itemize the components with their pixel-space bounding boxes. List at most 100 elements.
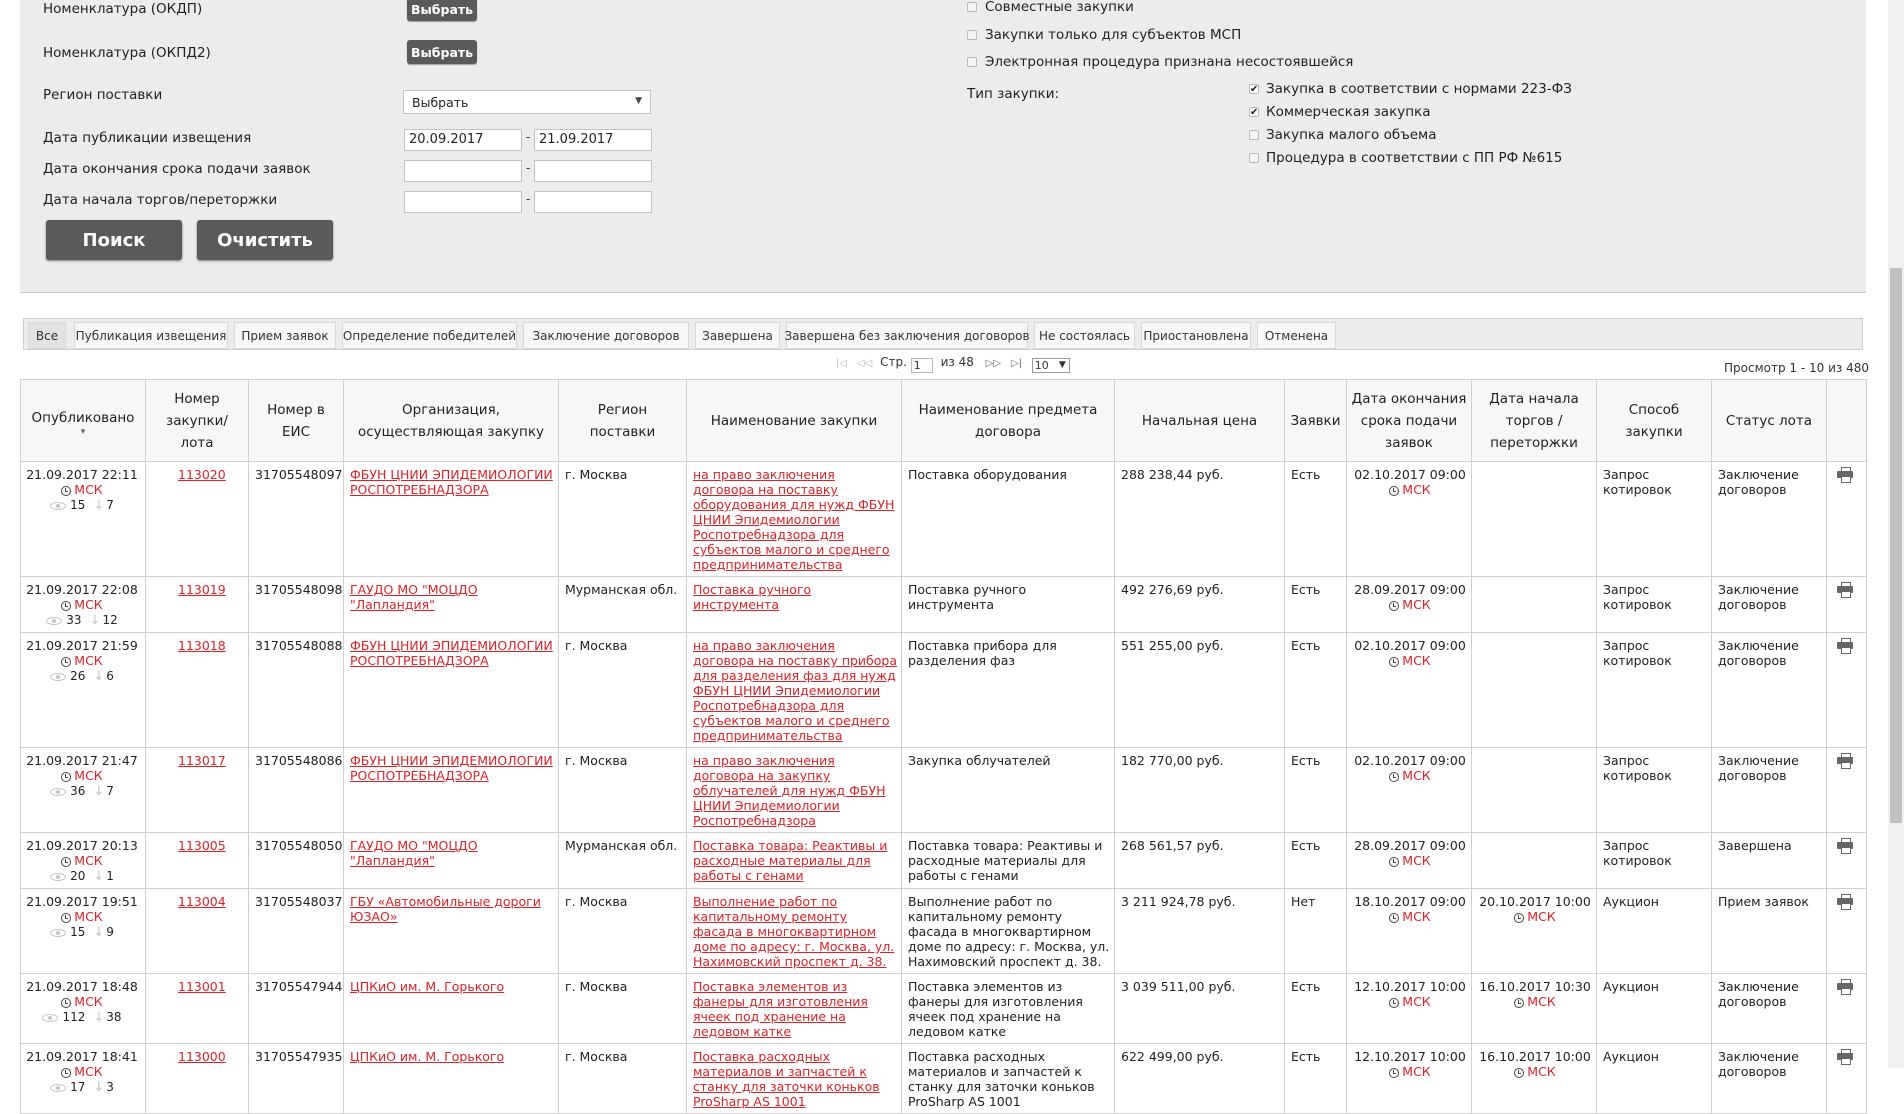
msp-checkbox[interactable] xyxy=(967,30,977,40)
table-row[interactable]: 21.09.2017 18:41 МСК 17 ↓ 3 113000 3170554… xyxy=(20,1043,1867,1114)
auction-to-input[interactable] xyxy=(534,191,652,213)
views-icon xyxy=(46,617,63,625)
pub-date-from-input[interactable]: 20.09.2017 xyxy=(404,129,522,151)
tab-bids[interactable]: Прием заявок xyxy=(234,322,336,349)
auction-date: 16.10.2017 10:00 МСК xyxy=(1478,1049,1592,1079)
organization-link[interactable]: ФБУН ЦНИИ ЭПИДЕМИОЛОГИИ РОСПОТРЕБНАДЗОРА xyxy=(350,467,553,497)
tab-cancelled[interactable]: Отменена xyxy=(1257,322,1336,349)
type-615-checkbox[interactable] xyxy=(1249,153,1259,163)
print-icon[interactable] xyxy=(1836,638,1853,654)
first-page-icon[interactable]: |◁ xyxy=(836,358,847,369)
purchase-name-link[interactable]: на право заключения договора на поставку… xyxy=(693,467,894,572)
tab-completed-no-contract[interactable]: Завершена без заключения договоров xyxy=(784,322,1030,349)
col-price[interactable]: Начальная цена xyxy=(1114,379,1285,462)
org-cell: ФБУН ЦНИИ ЭПИДЕМИОЛОГИИ РОСПОТРЕБНАДЗОРА xyxy=(343,461,559,577)
deadline-to-input[interactable] xyxy=(534,160,652,182)
col-eis[interactable]: Номер в ЕИС xyxy=(248,379,344,462)
purchase-number-link[interactable]: 113004 xyxy=(178,894,226,909)
purchase-name-link[interactable]: на право заключения договора на поставку… xyxy=(693,638,897,743)
type-223-checkbox[interactable]: ✔ xyxy=(1249,84,1259,95)
purchase-name-link[interactable]: на право заключения договора на закупку … xyxy=(693,753,885,828)
tab-completed[interactable]: Завершена xyxy=(695,322,780,349)
purchase-name-link[interactable]: Поставка элементов из фанеры для изготов… xyxy=(693,979,868,1039)
pub-date-to-input[interactable]: 21.09.2017 xyxy=(534,129,652,151)
tab-contracts[interactable]: Заключение договоров xyxy=(523,322,689,349)
table-row[interactable]: 21.09.2017 21:59 МСК 26 ↓ 6 113018 3170554… xyxy=(20,632,1867,748)
timezone-label: МСК xyxy=(1402,482,1431,497)
print-icon[interactable] xyxy=(1836,582,1853,598)
purchase-name-link[interactable]: Поставка ручного инструмента xyxy=(693,582,811,612)
org-cell: ФБУН ЦНИИ ЭПИДЕМИОЛОГИИ РОСПОТРЕБНАДЗОРА xyxy=(343,632,559,748)
search-button[interactable]: Поиск xyxy=(46,220,182,260)
organization-link[interactable]: ЦПКиО им. М. Горького xyxy=(350,1049,504,1064)
purchase-name-link[interactable]: Поставка товара: Реактивы и расходные ма… xyxy=(693,838,887,883)
eis-number: 31705548050 xyxy=(248,832,344,889)
purchase-number-link[interactable]: 113019 xyxy=(178,582,226,597)
organization-link[interactable]: ГАУДО МО "МОЦДО "Лапландия" xyxy=(350,838,478,868)
purchase-name-link[interactable]: Выполнение работ по капитальному ремонту… xyxy=(693,894,894,969)
clock-icon xyxy=(1389,857,1400,867)
region-select[interactable]: Выбрать ▼ xyxy=(403,90,651,114)
print-icon[interactable] xyxy=(1836,838,1853,854)
auction-from-input[interactable] xyxy=(404,191,522,213)
print-icon[interactable] xyxy=(1836,894,1853,910)
organization-link[interactable]: ФБУН ЦНИИ ЭПИДЕМИОЛОГИИ РОСПОТРЕБНАДЗОРА xyxy=(350,638,553,668)
print-icon[interactable] xyxy=(1836,979,1853,995)
col-deadline[interactable]: Дата окончания срока подачи заявок xyxy=(1346,379,1472,462)
table-row[interactable]: 21.09.2017 22:08 МСК 33 ↓ 12 113019 317055… xyxy=(20,576,1867,633)
clock-icon xyxy=(61,657,72,667)
tab-failed[interactable]: Не состоялась xyxy=(1034,322,1135,349)
print-icon[interactable] xyxy=(1836,1049,1853,1065)
col-number[interactable]: Номер закупки/лота xyxy=(145,379,249,462)
col-name[interactable]: Наименование закупки xyxy=(686,379,902,462)
table-row[interactable]: 21.09.2017 18:48 МСК 112 ↓ 38 113001 31705… xyxy=(20,973,1867,1044)
col-bids[interactable]: Заявки xyxy=(1284,379,1347,462)
organization-link[interactable]: ГАУДО МО "МОЦДО "Лапландия" xyxy=(350,582,478,612)
okpd2-choose-button[interactable]: Выбрать xyxy=(407,40,477,64)
table-row[interactable]: 21.09.2017 20:13 МСК 20 ↓ 1 113005 3170554… xyxy=(20,832,1867,889)
print-icon[interactable] xyxy=(1836,467,1853,483)
joint-checkbox[interactable] xyxy=(967,2,977,12)
purchase-number-link[interactable]: 113001 xyxy=(178,979,226,994)
page-input[interactable]: 1 xyxy=(910,358,933,373)
type-commercial-checkbox[interactable]: ✔ xyxy=(1249,107,1259,118)
print-icon[interactable] xyxy=(1836,753,1853,769)
col-method[interactable]: Способ закупки xyxy=(1596,379,1712,462)
col-status[interactable]: Статус лота xyxy=(1711,379,1827,462)
purchase-number-link[interactable]: 113000 xyxy=(178,1049,226,1064)
failed-checkbox[interactable] xyxy=(967,57,977,67)
purchase-number-link[interactable]: 113005 xyxy=(178,838,226,853)
tab-winners[interactable]: Определение победителей xyxy=(342,322,517,349)
organization-link[interactable]: ГБУ «Автомобильные дороги ЮЗАО» xyxy=(350,894,541,924)
col-org[interactable]: Организация, осуществляющая закупку xyxy=(343,379,559,462)
prev-page-icon[interactable]: ◁◁ xyxy=(857,358,872,369)
deadline-from-input[interactable] xyxy=(404,160,522,182)
organization-link[interactable]: ФБУН ЦНИИ ЭПИДЕМИОЛОГИИ РОСПОТРЕБНАДЗОРА xyxy=(350,753,553,783)
clear-button[interactable]: Очистить xyxy=(197,220,333,260)
tab-all[interactable]: Все xyxy=(28,322,66,349)
last-page-icon[interactable]: ▷| xyxy=(1011,358,1022,369)
table-row[interactable]: 21.09.2017 21:47 МСК 36 ↓ 7 113017 3170554… xyxy=(20,747,1867,833)
tab-suspended[interactable]: Приостановлена xyxy=(1141,322,1251,349)
org-cell: ЦПКиО им. М. Горького xyxy=(343,973,559,1044)
col-region[interactable]: Регион поставки xyxy=(558,379,687,462)
published-date: 21.09.2017 22:08 xyxy=(26,582,138,597)
col-subject[interactable]: Наименование предмета договора xyxy=(901,379,1115,462)
next-page-icon[interactable]: ▷▷ xyxy=(986,358,1001,369)
organization-link[interactable]: ЦПКиО им. М. Горького xyxy=(350,979,504,994)
col-published[interactable]: Опубликовано ▾ xyxy=(20,379,146,462)
purchase-name-link[interactable]: Поставка расходных материалов и запчасте… xyxy=(693,1049,880,1109)
timezone-label: МСК xyxy=(1402,768,1431,783)
per-page-select[interactable]: 10 ▼ xyxy=(1031,358,1070,373)
purchase-number-link[interactable]: 113018 xyxy=(178,638,226,653)
tab-publication[interactable]: Публикация извещения xyxy=(74,322,228,349)
purchase-number-link[interactable]: 113017 xyxy=(178,753,226,768)
table-row[interactable]: 21.09.2017 19:51 МСК 15 ↓ 9 113004 3170554… xyxy=(20,888,1867,974)
purchase-number-link[interactable]: 113020 xyxy=(178,467,226,482)
col-auction[interactable]: Дата начала торгов / переторжки xyxy=(1471,379,1597,462)
type-223-label: Закупка в соответствии с нормами 223-ФЗ xyxy=(1266,81,1572,97)
page-scrollbar-thumb[interactable] xyxy=(1890,268,1902,823)
table-row[interactable]: 21.09.2017 22:11 МСК 15 ↓ 7 113020 3170554… xyxy=(20,461,1867,577)
okdp-choose-button[interactable]: Выбрать xyxy=(407,0,477,21)
type-small-checkbox[interactable] xyxy=(1249,130,1259,140)
